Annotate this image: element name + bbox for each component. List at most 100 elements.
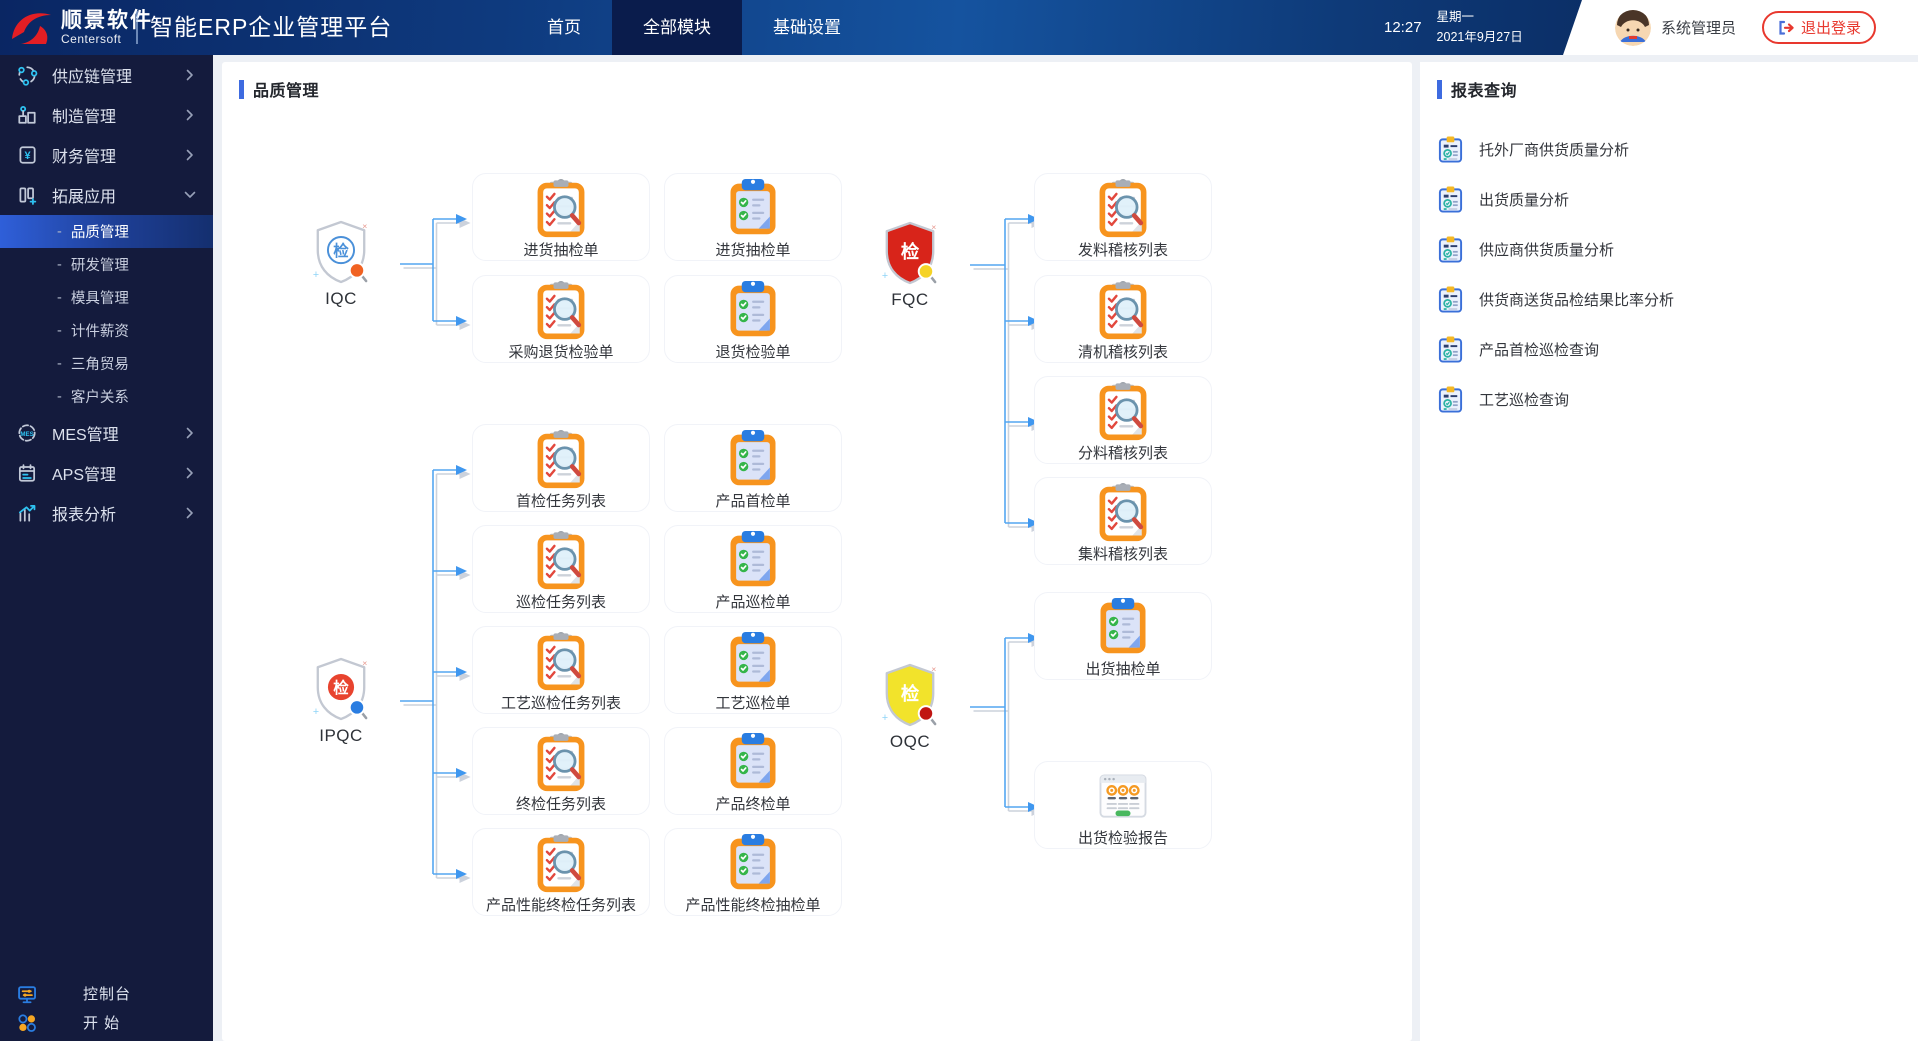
qc-node-label: OQC (889, 732, 931, 751)
sidebar-subitem-piecework[interactable]: - 计件薪资 (0, 314, 213, 347)
qc-node-label: IPQC (319, 726, 363, 745)
qc-shield-icon: 检 × + (882, 664, 937, 727)
svg-text:+: + (313, 706, 319, 718)
svg-text:×: × (362, 221, 367, 231)
report-item-4[interactable]: 供货商送货品检结果比率分析 (1420, 274, 1918, 324)
sidebar-item-finance[interactable]: ¥ 财务管理 (0, 135, 213, 175)
report-item-6[interactable]: 工艺巡检查询 (1420, 374, 1918, 424)
qc-shield-icon: 检 × + (313, 658, 368, 721)
svg-text:MES: MES (20, 431, 33, 438)
report-item-1[interactable]: 托外厂商供货质量分析 (1420, 124, 1918, 174)
form-clipboard-icon (730, 530, 776, 587)
sidebar-footer-console[interactable]: 控制台 (0, 979, 213, 1008)
doc-node-label: 产品首检单 (715, 493, 791, 510)
brand-separator (136, 11, 138, 44)
doc-node-fqc_2[interactable]: 清机稽核列表 (1034, 275, 1212, 363)
doc-node-ipqc_a4[interactable]: 终检任务列表 (472, 727, 650, 815)
reports-panel: 报表查询 托外厂商供货质量分析 出货质量分析 供应商供货质量分析 供货商送货品检… (1420, 62, 1918, 1041)
nav-tab-basic-settings[interactable]: 基础设置 (742, 0, 872, 55)
audit-clipboard-icon (537, 178, 585, 238)
sidebar-subitem-rnd[interactable]: - 研发管理 (0, 248, 213, 281)
sidebar-subitem-triangle-trade[interactable]: - 三角贸易 (0, 347, 213, 380)
logout-button[interactable]: 退出登录 (1762, 11, 1877, 44)
doc-node-ipqc_b1[interactable]: 产品首检单 (664, 424, 842, 512)
chevron-down-icon (184, 191, 196, 198)
doc-node-label: 巡检任务列表 (515, 594, 606, 611)
avatar[interactable] (1615, 9, 1651, 46)
doc-node-iqc_a1[interactable]: 进货抽检单 (472, 173, 650, 261)
doc-node-label: 产品巡检单 (715, 594, 791, 611)
doc-node-oqc_1[interactable]: 出货抽检单 (1034, 592, 1212, 680)
doc-node-label: 工艺巡检任务列表 (500, 695, 621, 712)
chevron-right-icon (186, 109, 193, 121)
sidebar-item-expansion[interactable]: 拓展应用 (0, 175, 213, 215)
report-item-3[interactable]: 供应商供货质量分析 (1420, 224, 1918, 274)
sidebar-item-aps[interactable]: APS管理 (0, 453, 213, 493)
doc-node-label: 发料稽核列表 (1077, 242, 1168, 259)
erp-app: 顺景软件 Centersoft 智能ERP企业管理平台 首页 全部模块 基础设置 1… (0, 0, 1918, 1041)
report-item-5[interactable]: 产品首检巡检查询 (1420, 324, 1918, 374)
doc-node-ipqc_b3[interactable]: 工艺巡检单 (664, 626, 842, 714)
svg-text:×: × (931, 222, 936, 232)
sidebar-item-mes[interactable]: MES MES管理 (0, 413, 213, 453)
svg-text:检: 检 (333, 678, 349, 697)
clock: 12:27 (1384, 19, 1422, 36)
form-clipboard-icon (1100, 597, 1146, 654)
doc-node-oqc_2[interactable]: 出货检验报告 (1034, 761, 1212, 849)
sidebar-item-supply-chain[interactable]: 供应链管理 (0, 55, 213, 95)
svg-text:检: 检 (333, 241, 349, 260)
qc-node-IPQC: 检 × + IPQC (281, 656, 401, 746)
audit-clipboard-icon (537, 631, 585, 691)
doc-node-fqc_3[interactable]: 分料稽核列表 (1034, 376, 1212, 464)
sidebar-subitem-mold[interactable]: - 模具管理 (0, 281, 213, 314)
doc-node-ipqc_b4[interactable]: 产品终检单 (664, 727, 842, 815)
form-clipboard-icon (730, 732, 776, 789)
reports-title: 报表查询 (1420, 62, 1918, 101)
qc-node-IQC: 检 × + IQC (281, 219, 401, 309)
report-item-2[interactable]: 出货质量分析 (1420, 174, 1918, 224)
doc-node-iqc_b1[interactable]: 进货抽检单 (664, 173, 842, 261)
audit-clipboard-icon (1099, 381, 1147, 441)
title-accent-bar (1437, 79, 1442, 99)
doc-node-iqc_a2[interactable]: 采购退货检验单 (472, 275, 650, 363)
time-block: 12:27 星期一 2021年9月27日 (1384, 0, 1523, 55)
doc-node-ipqc_a2[interactable]: 巡检任务列表 (472, 525, 650, 613)
doc-node-label: 工艺巡检单 (715, 695, 791, 712)
sidebar-item-manufacturing[interactable]: 制造管理 (0, 95, 213, 135)
audit-clipboard-icon (1099, 178, 1147, 238)
nav-tab-home[interactable]: 首页 (516, 0, 612, 55)
sidebar-subitem-customer[interactable]: - 客户关系 (0, 380, 213, 413)
form-clipboard-icon (730, 833, 776, 890)
qc-node-OQC: 检 × + OQC (850, 662, 970, 752)
doc-node-ipqc_a5[interactable]: 产品性能终检任务列表 (472, 828, 650, 916)
report-list: 托外厂商供货质量分析 出货质量分析 供应商供货质量分析 供货商送货品检结果比率分… (1420, 124, 1918, 424)
audit-clipboard-icon (1099, 280, 1147, 340)
weekday: 星期一 (1436, 10, 1475, 25)
doc-node-fqc_1[interactable]: 发料稽核列表 (1034, 173, 1212, 261)
doc-node-label: 集料稽核列表 (1077, 546, 1168, 563)
form-clipboard-icon (730, 178, 776, 235)
doc-node-ipqc_a3[interactable]: 工艺巡检任务列表 (472, 626, 650, 714)
doc-node-ipqc_a1[interactable]: 首检任务列表 (472, 424, 650, 512)
chevron-right-icon (186, 507, 193, 519)
doc-node-label: 分料稽核列表 (1077, 445, 1168, 462)
doc-node-iqc_b2[interactable]: 退货检验单 (664, 275, 842, 363)
brand: 顺景软件 Centersoft (8, 0, 153, 55)
doc-node-label: 进货抽检单 (715, 242, 791, 259)
expansion-icon (19, 187, 37, 205)
svg-text:×: × (362, 658, 367, 668)
qc-node-label: FQC (891, 290, 929, 309)
username: 系统管理员 (1661, 20, 1737, 37)
sidebar-footer-start[interactable]: 开 始 (0, 1008, 213, 1037)
doc-node-label: 产品终检单 (715, 796, 791, 813)
sidebar-subitem-quality[interactable]: - 品质管理 (0, 215, 213, 248)
doc-node-ipqc_b5[interactable]: 产品性能终检抽检单 (664, 828, 842, 916)
audit-clipboard-icon (537, 833, 585, 893)
qc-node-FQC: 检 × + FQC (850, 220, 970, 310)
top-nav: 首页 全部模块 基础设置 (516, 0, 872, 55)
doc-node-ipqc_b2[interactable]: 产品巡检单 (664, 525, 842, 613)
doc-node-fqc_4[interactable]: 集料稽核列表 (1034, 477, 1212, 565)
sidebar-item-report-analysis[interactable]: 报表分析 (0, 493, 213, 533)
aps-icon (18, 464, 36, 482)
nav-tab-all-modules[interactable]: 全部模块 (612, 0, 742, 55)
